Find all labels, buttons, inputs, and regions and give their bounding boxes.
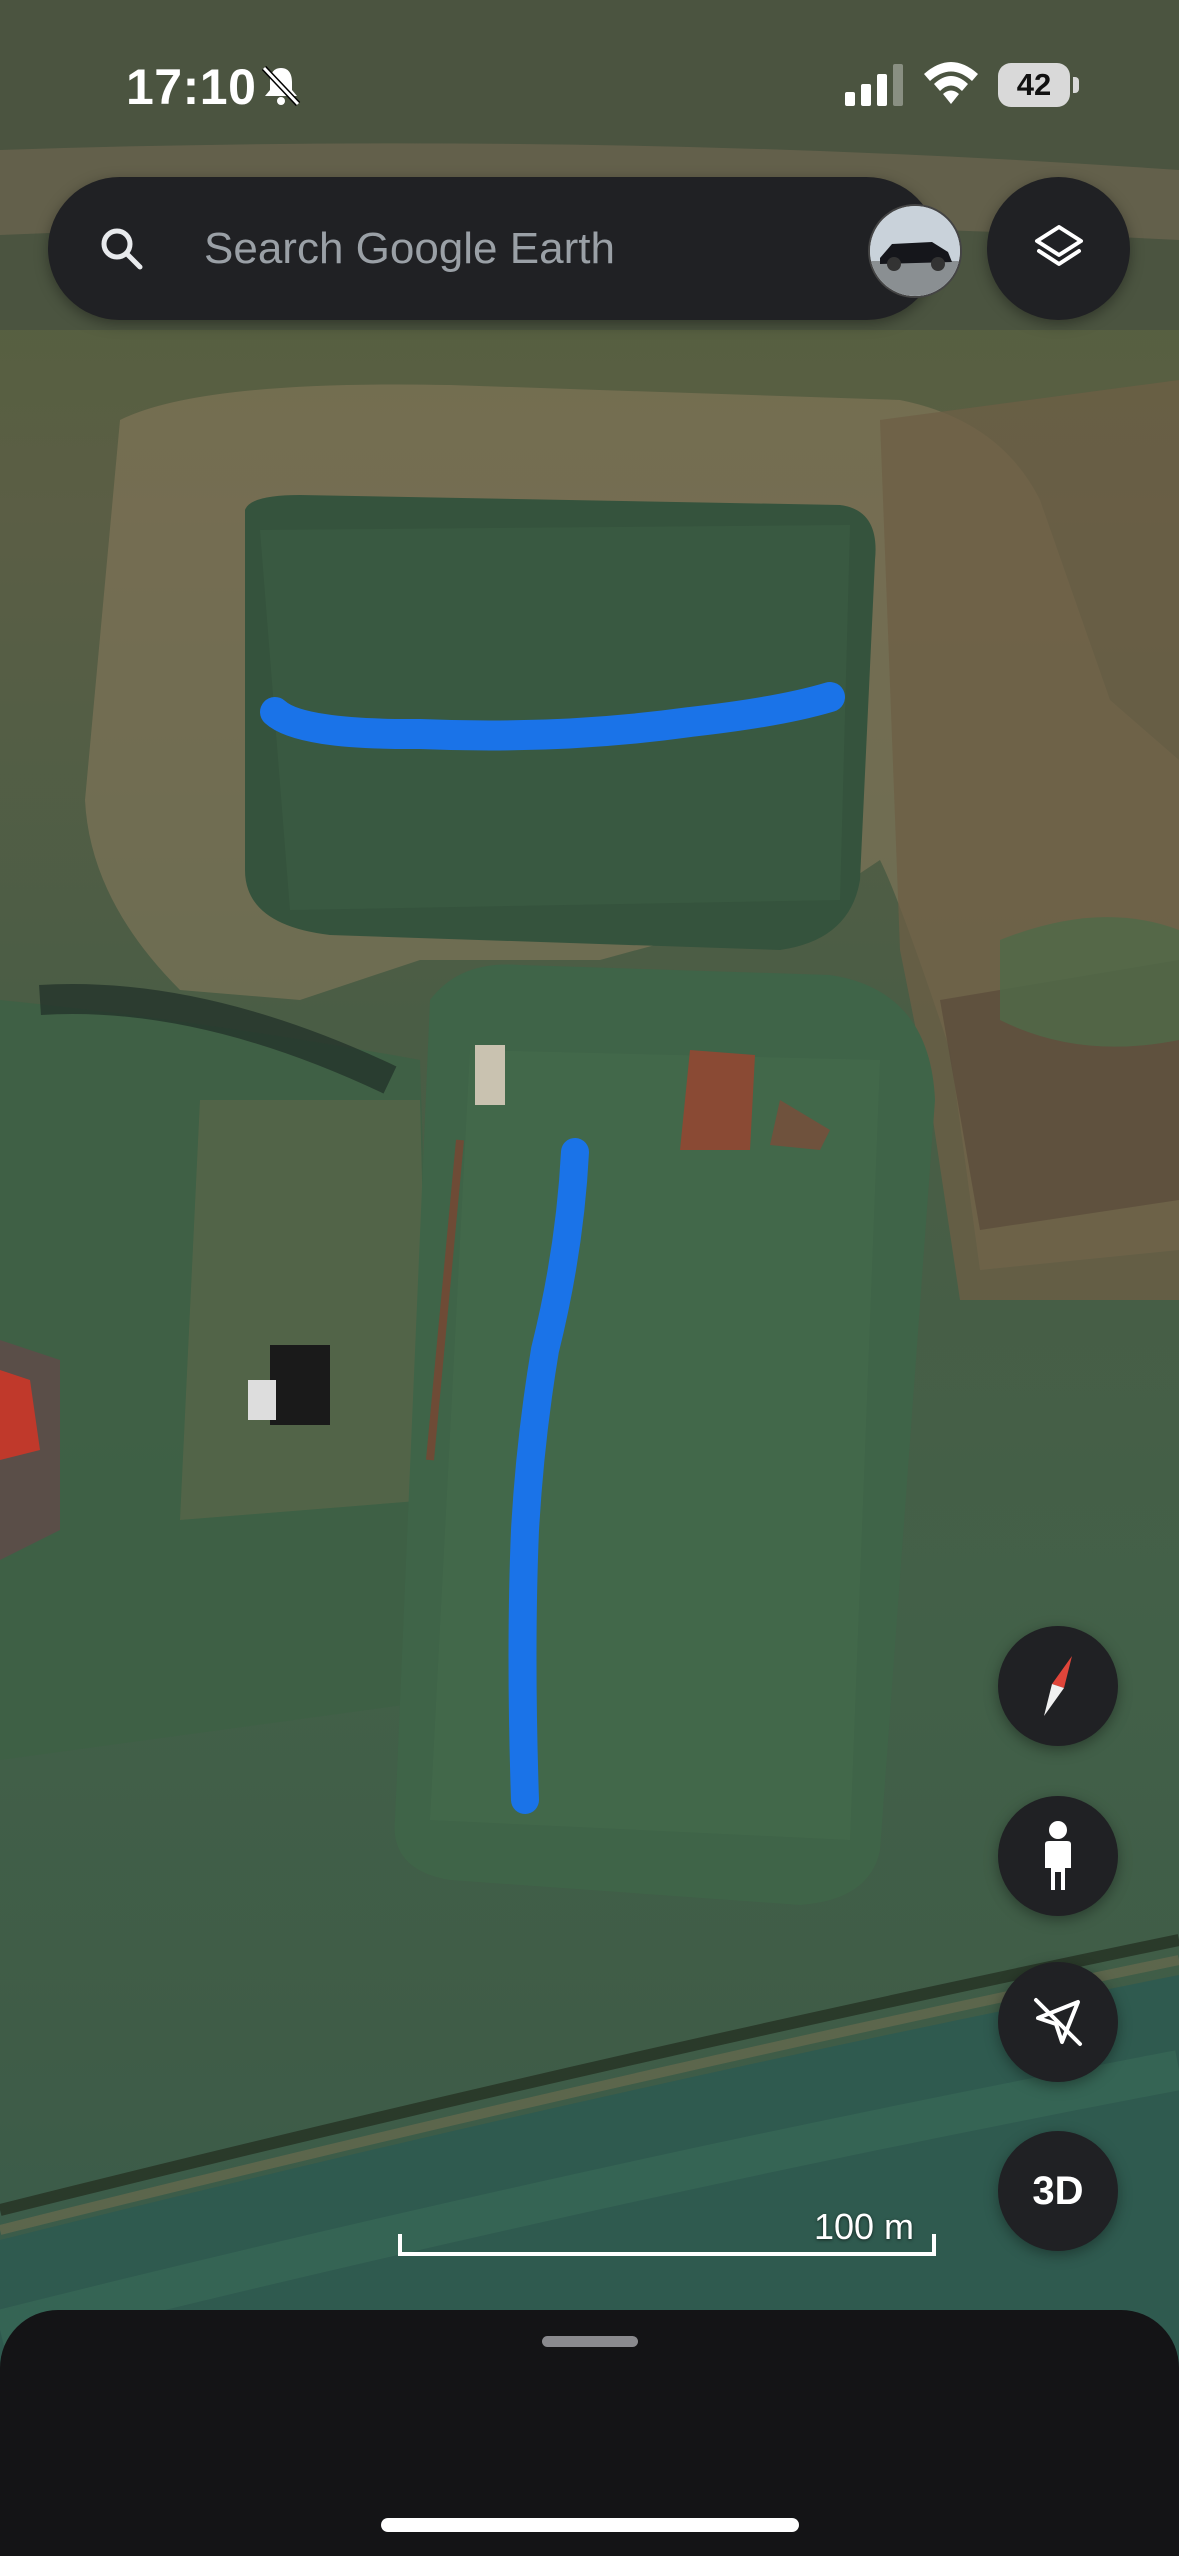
profile-avatar[interactable] xyxy=(868,204,962,298)
compass-icon xyxy=(1044,1656,1072,1716)
layers-icon xyxy=(1034,224,1083,266)
3d-toggle-button[interactable]: 3D xyxy=(998,2131,1118,2251)
compass-button[interactable] xyxy=(998,1626,1118,1746)
layers-button[interactable] xyxy=(987,177,1130,320)
battery-percentage: 42 xyxy=(998,63,1070,107)
car-avatar-image xyxy=(870,206,960,296)
search-input[interactable] xyxy=(202,213,846,285)
search-icon[interactable] xyxy=(96,223,148,275)
location-off-icon xyxy=(1034,1998,1082,2046)
battery-icon: 42 xyxy=(998,63,1080,107)
my-location-button[interactable] xyxy=(998,1962,1118,2082)
search-bar[interactable] xyxy=(48,177,962,320)
pegman-icon xyxy=(1045,1821,1071,1890)
bell-slash-icon xyxy=(261,65,301,107)
status-bar: 17:10 42 xyxy=(0,0,1179,170)
bottom-sheet[interactable] xyxy=(0,2310,1179,2556)
street-view-button[interactable] xyxy=(998,1796,1118,1916)
scale-label: 100 m xyxy=(813,2206,914,2247)
scale-bar: 100 m xyxy=(398,2200,936,2260)
sheet-drag-handle[interactable] xyxy=(542,2336,638,2347)
status-time: 17:10 xyxy=(126,59,257,115)
home-indicator xyxy=(381,2518,799,2532)
wifi-icon xyxy=(924,62,978,104)
cellular-signal-icon xyxy=(845,64,903,106)
